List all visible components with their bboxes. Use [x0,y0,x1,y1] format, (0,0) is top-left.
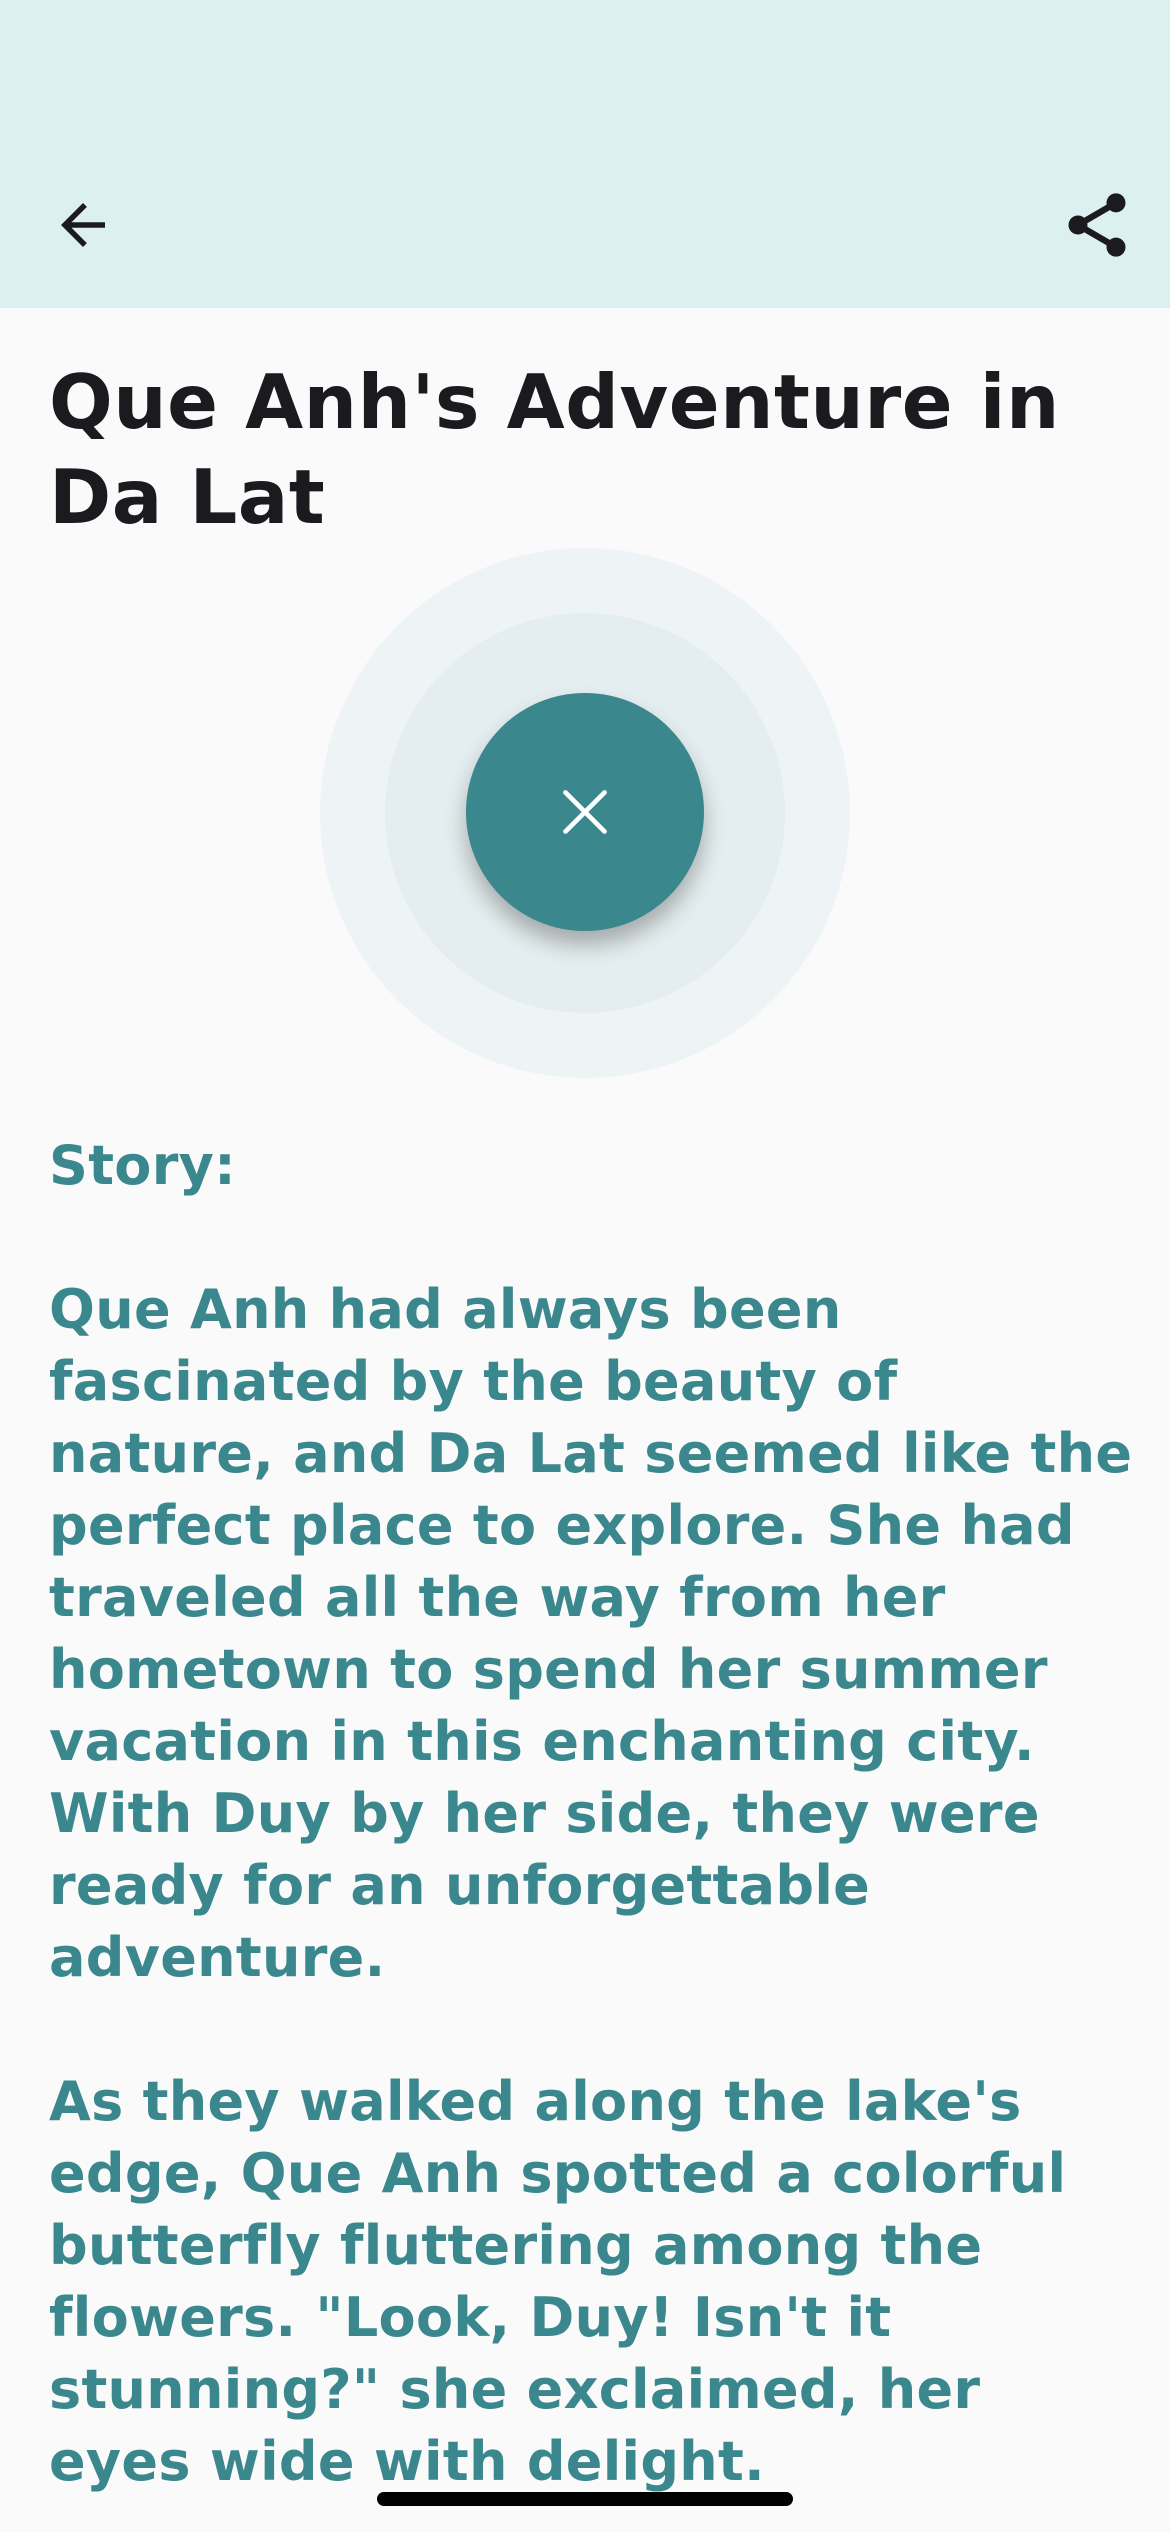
close-icon [563,790,607,834]
story-paragraph-1: Que Anh had always been fascinated by th… [49,1278,1133,1989]
page-title: Que Anh's Adventure in Da Lat [49,358,1060,541]
share-button[interactable] [1042,170,1152,280]
story-paragraph-2: As they walked along the lake's edge, Qu… [49,2070,1067,2493]
home-indicator[interactable] [377,2492,793,2506]
back-button[interactable] [28,170,138,280]
app-bar [0,0,1170,308]
arrow-left-icon [61,203,105,247]
story-section: Story: Que Anh had always been fascinate… [49,1130,1139,2498]
close-recording-button[interactable] [466,693,704,931]
share-icon [1068,193,1126,257]
story-label: Story: [49,1134,237,1197]
